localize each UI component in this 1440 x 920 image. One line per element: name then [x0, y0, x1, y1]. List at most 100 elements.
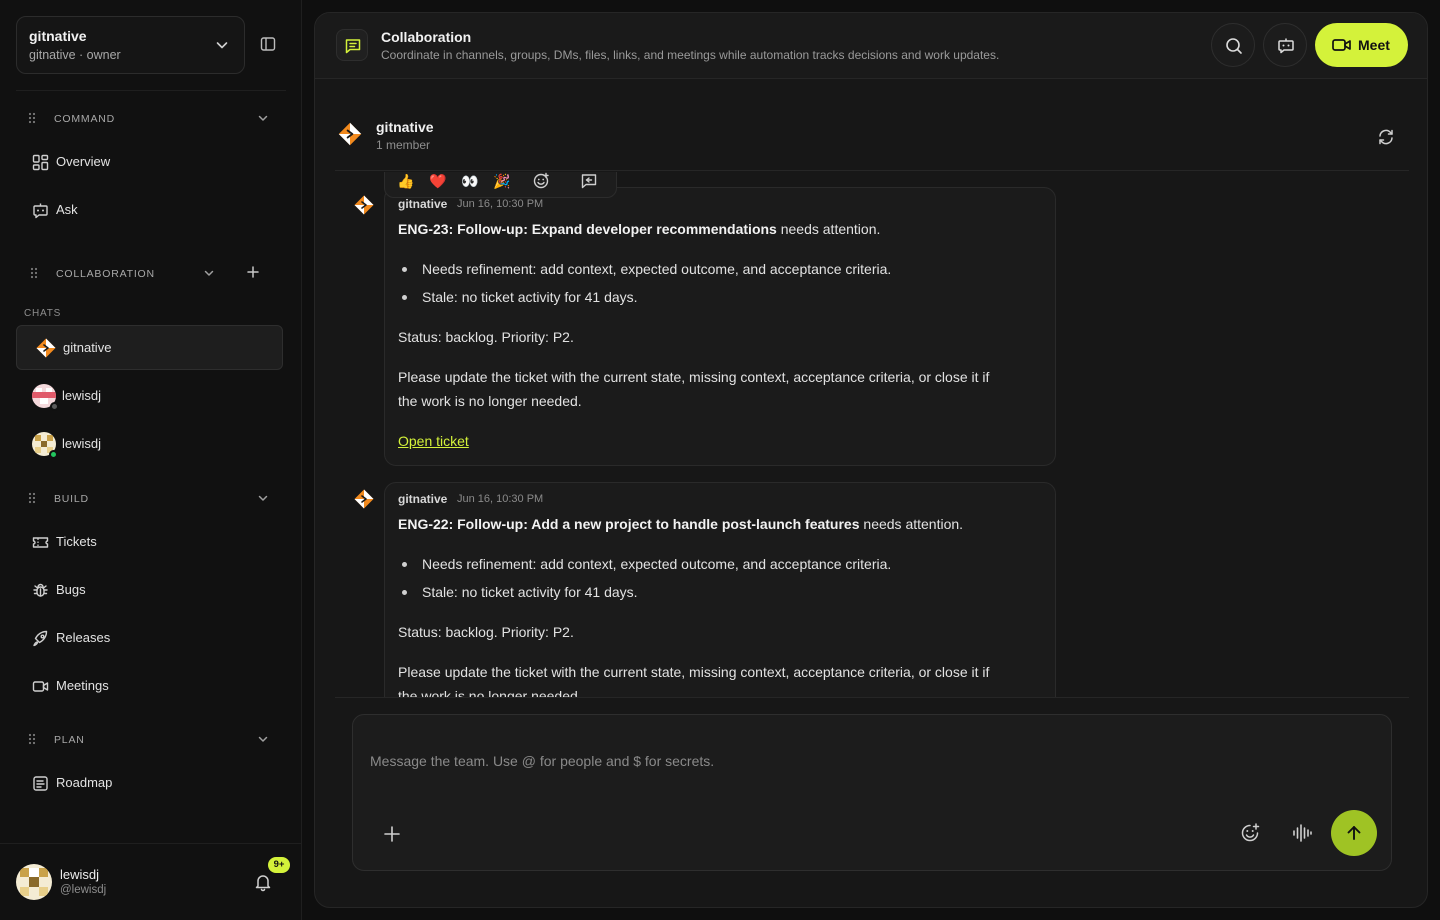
- drag-handle-icon[interactable]: [28, 112, 36, 124]
- grid-icon: [32, 154, 49, 171]
- section-build-header[interactable]: BUILD: [16, 484, 286, 512]
- bullet-dot: [402, 590, 407, 595]
- party-reaction[interactable]: 🎉: [492, 172, 512, 191]
- nav-label: Roadmap: [56, 775, 113, 790]
- rocket-icon: [32, 630, 49, 647]
- nav-ask[interactable]: Ask: [16, 190, 286, 230]
- video-icon: [32, 678, 49, 695]
- eyes-reaction[interactable]: 👀: [460, 172, 480, 191]
- chat-label: gitnative: [63, 340, 112, 355]
- nav-label: Overview: [56, 154, 111, 169]
- section-title: COMMAND: [54, 113, 116, 125]
- reply-icon[interactable]: [579, 172, 599, 191]
- attach-plus-icon[interactable]: [381, 823, 403, 845]
- assistant-button[interactable]: [1263, 23, 1307, 67]
- gitnative-logo-icon: [35, 337, 57, 359]
- bullet-dot: [402, 562, 407, 567]
- section-collaboration-header[interactable]: COLLABORATION: [16, 259, 286, 287]
- video-icon: [1332, 39, 1351, 51]
- nav-overview[interactable]: Overview: [16, 142, 286, 182]
- drag-handle-icon[interactable]: [28, 492, 36, 504]
- search-button[interactable]: [1211, 23, 1255, 67]
- top-bar: Collaboration Coordinate in channels, gr…: [315, 13, 1427, 79]
- divider: [335, 697, 1409, 698]
- section-plan-header[interactable]: PLAN: [16, 725, 286, 753]
- chevron-down-icon[interactable]: [256, 491, 270, 505]
- message-body: Please update the ticket with the curren…: [398, 369, 990, 385]
- arrow-up-icon: [1347, 826, 1361, 840]
- roadmap-icon: [32, 775, 49, 792]
- bullet-dot: [402, 267, 407, 272]
- heart-reaction[interactable]: ❤️: [428, 172, 448, 191]
- bell-icon[interactable]: [253, 872, 273, 892]
- sidebar-toggle-icon[interactable]: [259, 35, 277, 53]
- section-title: COLLABORATION: [56, 268, 155, 280]
- gitnative-logo-icon: [353, 488, 375, 510]
- workspace-name: gitnative: [29, 28, 87, 44]
- reaction-toolbar: 👍 ❤️ 👀 🎉: [384, 172, 617, 198]
- nav-label: Tickets: [56, 534, 97, 549]
- presence-offline-indicator: [50, 402, 59, 411]
- add-chat-icon[interactable]: [246, 265, 260, 279]
- drag-handle-icon[interactable]: [30, 267, 38, 279]
- page-title: Collaboration: [381, 29, 472, 45]
- message-bullet: Stale: no ticket activity for 41 days.: [422, 584, 638, 600]
- drag-handle-icon[interactable]: [28, 733, 36, 745]
- nav-releases[interactable]: Releases: [16, 618, 286, 658]
- workspace-switcher[interactable]: gitnative gitnative · owner: [16, 16, 245, 74]
- refresh-icon[interactable]: [1377, 128, 1395, 146]
- chevron-down-icon[interactable]: [256, 732, 270, 746]
- message-list[interactable]: gitnative Jun 16, 10:30 PM ENG-23: Follo…: [315, 172, 1427, 697]
- message-bullet: Stale: no ticket activity for 41 days.: [422, 289, 638, 305]
- nav-label: Releases: [56, 630, 111, 645]
- user-name: lewisdj: [60, 867, 100, 882]
- chevron-down-icon[interactable]: [256, 111, 270, 125]
- message-bullet: Needs refinement: add context, expected …: [422, 261, 892, 277]
- send-button[interactable]: [1331, 810, 1377, 856]
- chat-label: lewisdj: [62, 388, 102, 403]
- nav-meetings[interactable]: Meetings: [16, 666, 286, 706]
- chat-bot-icon: [1278, 38, 1294, 54]
- gitnative-logo-icon: [337, 121, 363, 147]
- message-input[interactable]: Message the team. Use @ for people and $…: [370, 753, 714, 769]
- voice-waveform-icon[interactable]: [1291, 822, 1313, 844]
- nav-roadmap[interactable]: Roadmap: [16, 763, 286, 803]
- meet-button[interactable]: Meet: [1315, 23, 1408, 67]
- chevron-down-icon[interactable]: [202, 266, 216, 280]
- message-title: ENG-23: Follow-up: Expand developer reco…: [398, 221, 880, 237]
- title-suffix: needs attention.: [859, 516, 964, 532]
- message-title: ENG-22: Follow-up: Add a new project to …: [398, 516, 963, 532]
- channel-header: gitnative 1 member: [335, 99, 1409, 171]
- current-user[interactable]: lewisdj @lewisdj 9+: [0, 843, 302, 920]
- thumbs-up-reaction[interactable]: 👍: [396, 172, 416, 191]
- search-icon: [1226, 38, 1242, 54]
- chat-item-lewisdj-2[interactable]: lewisdj: [16, 422, 283, 467]
- nav-label: Meetings: [56, 678, 109, 693]
- chevron-down-icon: [214, 37, 230, 53]
- nav-label: Ask: [56, 202, 78, 217]
- section-title: BUILD: [54, 493, 89, 505]
- nav-bugs[interactable]: Bugs: [16, 570, 286, 610]
- chat-item-lewisdj[interactable]: lewisdj: [16, 374, 283, 419]
- open-ticket-link[interactable]: Open ticket: [398, 433, 469, 449]
- ticket-title: ENG-22: Follow-up: Add a new project to …: [398, 516, 860, 532]
- message-bullet: Needs refinement: add context, expected …: [422, 556, 892, 572]
- user-handle: @lewisdj: [60, 884, 107, 896]
- message-status: Status: backlog. Priority: P2.: [398, 624, 574, 640]
- chat-item-gitnative[interactable]: gitnative: [16, 325, 283, 370]
- message-square-icon: [336, 29, 368, 61]
- section-command-header[interactable]: COMMAND: [16, 104, 286, 132]
- message-status: Status: backlog. Priority: P2.: [398, 329, 574, 345]
- message-bubble[interactable]: gitnative Jun 16, 10:30 PM ENG-22: Follo…: [384, 482, 1056, 697]
- message-bubble[interactable]: gitnative Jun 16, 10:30 PM ENG-23: Follo…: [384, 187, 1056, 466]
- message-time: Jun 16, 10:30 PM: [457, 198, 544, 210]
- message-author: gitnative: [398, 197, 448, 211]
- page-subtitle: Coordinate in channels, groups, DMs, fil…: [381, 48, 1000, 62]
- bullet-dot: [402, 295, 407, 300]
- add-reaction-icon[interactable]: [531, 172, 551, 191]
- ticket-title: ENG-23: Follow-up: Expand developer reco…: [398, 221, 777, 237]
- channel-name: gitnative: [376, 119, 434, 135]
- nav-tickets[interactable]: Tickets: [16, 522, 286, 562]
- title-suffix: needs attention.: [776, 221, 881, 237]
- emoji-picker-icon[interactable]: [1239, 822, 1261, 844]
